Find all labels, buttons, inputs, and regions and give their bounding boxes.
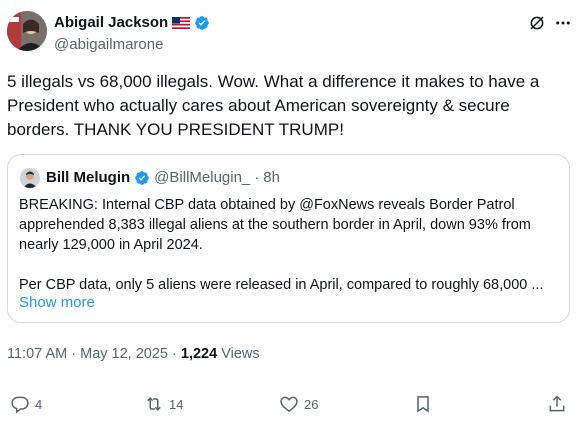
tweet-time[interactable]: 11:07 AM [7, 346, 67, 362]
author-handle[interactable]: @abigailmarone [54, 36, 163, 53]
bookmark-button[interactable] [413, 394, 433, 414]
meta-separator: · [172, 346, 177, 362]
like-count: 26 [304, 396, 319, 412]
repost-icon [147, 397, 161, 411]
tweet-date[interactable]: May 12, 2025 [80, 346, 168, 362]
avatar[interactable] [7, 11, 47, 51]
reply-count: 4 [35, 396, 43, 412]
views-count: 1,224 [180, 346, 218, 362]
like-icon [280, 396, 298, 413]
quote-header: Bill Melugin @BillMelugin_ · 8h [46, 169, 280, 186]
reply-icon [11, 396, 29, 414]
quote-avatar[interactable] [20, 168, 40, 188]
tweet-meta: 11:07 AM · May 12, 2025 · 1,224 Views [7, 346, 260, 362]
tweet-text: 5 illegals vs 68,000 illegals. Wow. What… [7, 72, 540, 139]
quote-avatar-image [20, 168, 40, 188]
reply-button[interactable]: 4 [10, 394, 42, 414]
quote-time[interactable]: 8h [263, 169, 280, 186]
action-bar: 4 14 26 [0, 394, 577, 416]
author-header: Abigail Jackson [54, 14, 210, 32]
verified-badge-icon [195, 15, 210, 30]
quote-text: BREAKING: Internal CBP data obtained by … [19, 197, 544, 293]
quoted-tweet[interactable]: Bill Melugin @BillMelugin_ · 8h BREAKING… [7, 154, 570, 323]
verified-badge-icon [135, 170, 150, 185]
share-button[interactable] [547, 394, 567, 414]
quote-author-name[interactable]: Bill Melugin [46, 169, 130, 186]
share-icon [549, 395, 565, 412]
show-more-link[interactable]: Show more [19, 294, 95, 311]
more-icon[interactable] [554, 14, 572, 32]
views-label: Views [221, 346, 260, 362]
author-name-wrap[interactable]: Abigail Jackson [54, 14, 210, 31]
avatar-image [7, 11, 47, 51]
meta-separator: · [71, 346, 77, 362]
repost-button[interactable]: 14 [144, 394, 183, 414]
author-name[interactable]: Abigail Jackson [54, 14, 168, 31]
flag-us-icon [172, 16, 191, 29]
like-button[interactable]: 26 [279, 394, 318, 414]
quote-separator: · [254, 169, 260, 186]
bookmark-icon [417, 396, 429, 413]
grok-icon[interactable] [528, 14, 546, 32]
repost-count: 14 [169, 396, 184, 412]
quote-author-handle[interactable]: @BillMelugin_ [154, 169, 250, 186]
